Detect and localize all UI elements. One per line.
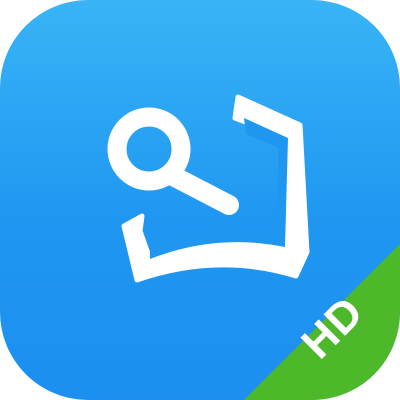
app-icon-canvas: HD — [0, 0, 400, 400]
app-icon[interactable]: HD — [0, 0, 400, 400]
